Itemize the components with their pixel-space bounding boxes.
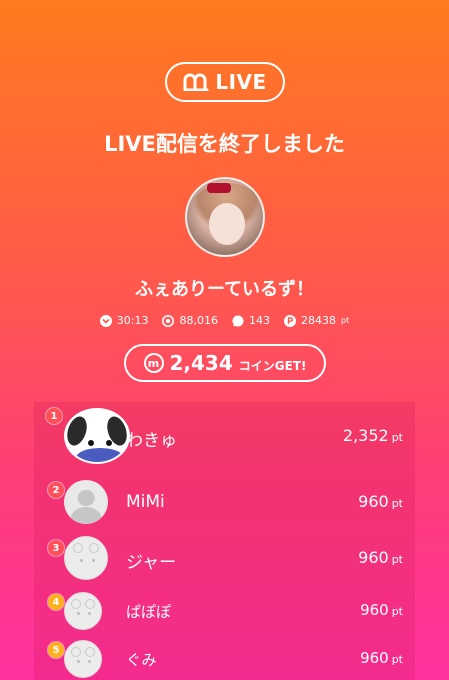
points-stat: 28438 pt [283, 314, 350, 327]
rank-points: 960 pt [358, 548, 403, 567]
coin-amount: 2,434 [169, 351, 233, 375]
rank-badge: 5 [48, 642, 64, 658]
list-item[interactable]: 1 わきゅ 2,352 pt [34, 402, 415, 470]
comment-icon [232, 315, 244, 327]
live-logo: LIVE [165, 62, 285, 102]
rank-name: ぱぽぽ [126, 603, 172, 621]
rank-name: わきゅ [126, 431, 177, 451]
coin-get-badge: m 2,434 コインGET! [124, 344, 326, 382]
duration-value: 30:13 [116, 314, 149, 327]
list-item[interactable]: 4 ぱぽぽ 960 pt [34, 590, 415, 636]
streamer-avatar[interactable] [185, 177, 265, 257]
list-item[interactable]: 2 MiMi 960 pt [34, 476, 415, 528]
list-item[interactable]: 5 ぐみ 960 pt [34, 638, 415, 680]
rank-name: MiMi [126, 492, 165, 512]
points-icon [283, 314, 296, 327]
streamer-name: ふぇありーているず！ [135, 279, 314, 300]
points-unit: pt [340, 316, 350, 325]
avatar [64, 480, 108, 524]
viewers-stat: 88,016 [162, 314, 218, 327]
stream-stats: 30:13 88,016 143 28438 pt [0, 314, 449, 327]
avatar [64, 640, 102, 678]
avatar [64, 408, 130, 464]
comments-value: 143 [248, 314, 270, 327]
bow-icon [207, 183, 231, 193]
duration-stat: 30:13 [99, 314, 149, 327]
rank-badge: 2 [48, 482, 64, 498]
avatar [64, 536, 108, 580]
rank-points: 960 pt [360, 601, 403, 619]
ranking-list: 1 わきゅ 2,352 pt 2 MiMi 960 pt 3 ジャー 960 pt [34, 402, 415, 680]
viewers-value: 88,016 [179, 314, 218, 327]
comments-stat: 143 [232, 314, 270, 327]
rank-badge: 1 [46, 408, 62, 424]
clock-icon [99, 314, 112, 327]
mixchannel-m-icon [183, 73, 209, 91]
rank-points: 960 pt [360, 649, 403, 667]
logo-text: LIVE [215, 70, 267, 94]
page-title: LIVE配信を終了しました [104, 132, 345, 156]
rank-name: ぐみ [126, 651, 157, 669]
rank-points: 960 pt [358, 492, 403, 511]
list-item[interactable]: 3 ジャー 960 pt [34, 534, 415, 586]
points-value: 28438 [300, 314, 336, 327]
rank-name: ジャー [126, 553, 177, 573]
rank-badge: 4 [48, 594, 64, 610]
eye-icon [162, 314, 175, 327]
rank-points: 2,352 pt [342, 426, 403, 445]
rank-badge: 3 [48, 540, 64, 556]
coin-suffix: コインGET! [238, 358, 307, 373]
avatar [64, 592, 102, 630]
coin-icon: m [143, 353, 164, 373]
